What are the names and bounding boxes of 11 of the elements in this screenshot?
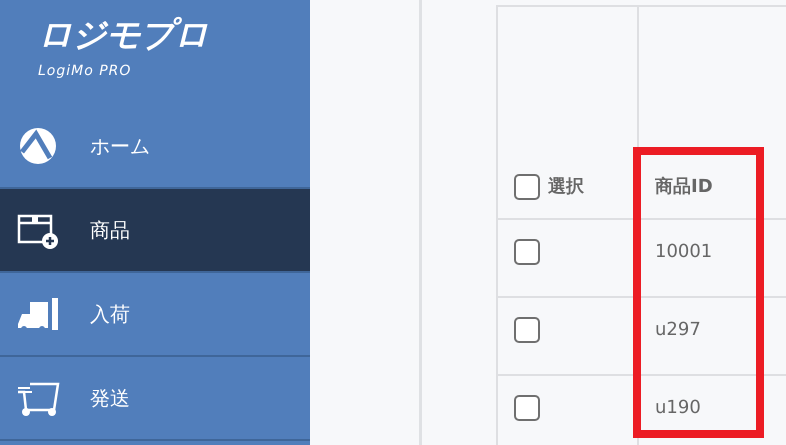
row-checkbox[interactable] xyxy=(514,395,540,422)
sidebar-item[interactable]: 商品 xyxy=(0,189,310,273)
row-checkbox[interactable] xyxy=(514,317,540,344)
sidebar-item[interactable]: 入荷 xyxy=(0,273,310,357)
column-header: 商品ID xyxy=(638,6,786,219)
select-all-checkbox[interactable] xyxy=(514,174,540,200)
sidebar-item[interactable]: 発送 xyxy=(0,357,310,441)
logo-title: ロジモプロ xyxy=(38,18,208,52)
column-header: 選択 xyxy=(548,176,584,197)
row-checkbox[interactable] xyxy=(514,239,540,266)
logo-subtitle: LogiMo PRO xyxy=(38,62,132,81)
